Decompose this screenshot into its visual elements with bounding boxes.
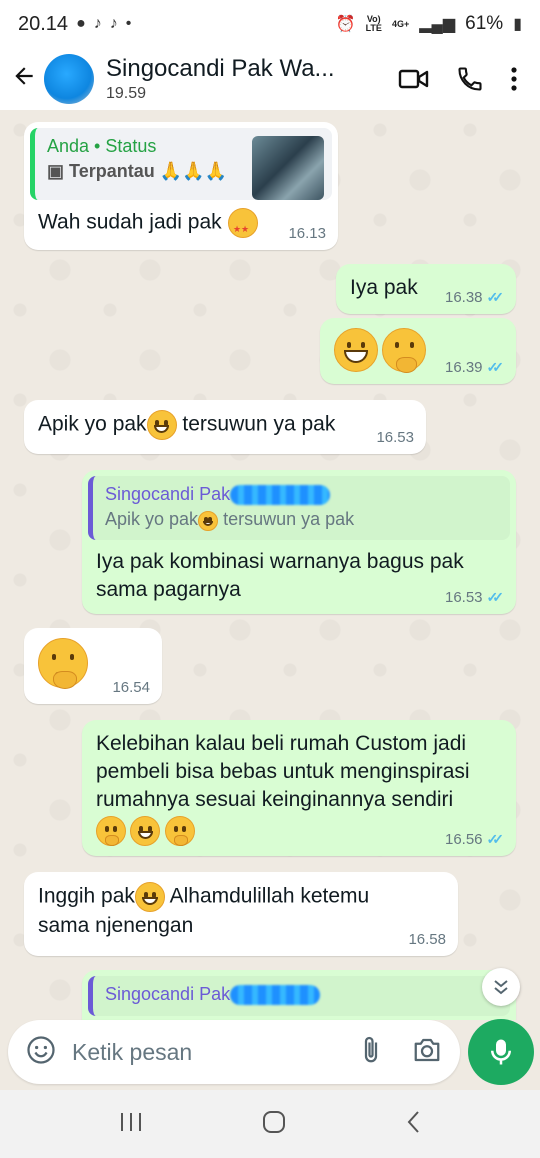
scroll-down-icon[interactable]: [482, 968, 520, 1006]
battery-level: 61%: [465, 13, 504, 34]
grinning-emoji: [130, 816, 161, 846]
grinning-emoji: [134, 882, 165, 912]
message-text: Wah sudah jadi pak: [38, 210, 222, 234]
notification-icon: ●: [76, 15, 86, 32]
mic-icon[interactable]: [468, 1019, 534, 1085]
redacted-name: [230, 985, 321, 1006]
status-bar: 20.14 ● ♪ ♪ • ⏰ Vo) LTE 4G+ ▂▄▆ 61% ▮: [0, 0, 540, 48]
redacted-name: [230, 485, 331, 506]
volte-icon: Vo) LTE: [365, 14, 382, 33]
status-thumbnail: [252, 136, 324, 200]
quote-author: Singocandi Pak: [105, 484, 231, 504]
message-bubble[interactable]: 16.39 ✓✓: [320, 318, 516, 384]
message-text: Kelebihan kalau beli rumah Custom jadi p…: [96, 732, 470, 811]
message-bubble[interactable]: Singocandi Pak: [82, 970, 516, 1020]
last-seen: 19.59: [106, 85, 147, 102]
quote-text: Terpantau: [69, 161, 155, 181]
quoted-message[interactable]: Singocandi Pak: [88, 976, 510, 1016]
message-text: Apik yo pak: [38, 412, 147, 436]
battery-icon: ▮: [513, 16, 522, 33]
message-bubble[interactable]: Anda • Status ▣ Terpantau 🙏🙏🙏 Wah sudah …: [24, 122, 338, 250]
read-ticks-icon: ✓✓: [486, 359, 505, 375]
message-time: 16.38: [444, 289, 483, 306]
read-ticks-icon: ✓✓: [486, 831, 505, 847]
quoted-message[interactable]: Singocandi Pak Apik yo pak tersuwun ya p…: [88, 476, 510, 540]
contact-name: Singocandi Pak Wa...: [106, 55, 335, 82]
message-bubble[interactable]: Iya pak 16.38 ✓✓: [336, 264, 516, 314]
hand-over-mouth-emoji: [96, 816, 126, 847]
quoted-status[interactable]: Anda • Status ▣ Terpantau 🙏🙏🙏: [30, 128, 332, 200]
message-time: 16.13: [288, 225, 326, 242]
message-time: 16.56: [444, 831, 483, 848]
status-time: 20.14: [18, 12, 69, 35]
grinning-emoji: [198, 510, 219, 531]
message-text: Iya pak kombinasi warnanya bagus pak sam…: [96, 550, 464, 601]
back-arrow-icon[interactable]: [4, 63, 44, 96]
chat-header: Singocandi Pak Wa... 19.59: [0, 48, 540, 110]
quote-author: Singocandi Pak: [105, 984, 231, 1004]
message-bubble[interactable]: Inggih pak Alhamdulillah ketemu sama nje…: [24, 872, 458, 956]
video-call-icon[interactable]: [398, 67, 430, 91]
hand-over-mouth-emoji: [164, 816, 195, 847]
emoji-icon[interactable]: [26, 1035, 56, 1070]
message-time: 16.53: [444, 589, 483, 606]
message-composer: [8, 1020, 460, 1084]
read-ticks-icon: ✓✓: [486, 589, 505, 605]
recent-apps-icon[interactable]: [118, 1111, 144, 1138]
message-text: Inggih pak: [38, 884, 135, 908]
image-icon: ▣: [47, 161, 65, 181]
message-text-cont: tersuwun ya pak: [176, 412, 336, 436]
contact-info[interactable]: Singocandi Pak Wa... 19.59: [106, 55, 346, 103]
system-nav-bar: [0, 1090, 540, 1158]
star-struck-emoji: ★★: [227, 208, 258, 238]
network-label: 4G+: [391, 18, 410, 29]
tiktok-icon: ♪: [93, 15, 102, 32]
message-bubble[interactable]: Apik yo pak tersuwun ya pak 16.53: [24, 400, 426, 454]
more-options-icon[interactable]: [510, 66, 518, 92]
quote-text-cont: tersuwun ya pak: [218, 509, 355, 530]
message-time: 16.58: [408, 931, 446, 948]
praying-hands-emoji: 🙏🙏🙏: [159, 161, 227, 181]
message-time: 16.39: [444, 359, 483, 376]
attach-icon[interactable]: [360, 1035, 382, 1070]
tiktok-icon-2: ♪: [109, 15, 118, 32]
message-bubble[interactable]: Singocandi Pak Apik yo pak tersuwun ya p…: [82, 470, 516, 614]
grinning-emoji: [334, 328, 378, 372]
avatar[interactable]: [44, 54, 94, 104]
alarm-icon: ⏰: [335, 16, 356, 33]
camera-icon[interactable]: [412, 1036, 442, 1069]
message-bubble[interactable]: 16.54: [24, 628, 162, 704]
read-ticks-icon: ✓✓: [486, 289, 505, 305]
chat-area[interactable]: Anda • Status ▣ Terpantau 🙏🙏🙏 Wah sudah …: [0, 110, 540, 1020]
back-nav-icon[interactable]: [404, 1109, 422, 1140]
quote-text: Apik yo pak: [105, 509, 199, 530]
message-time: 16.54: [112, 679, 150, 696]
message-bubble[interactable]: Kelebihan kalau beli rumah Custom jadi p…: [82, 720, 516, 856]
message-input[interactable]: [72, 1038, 322, 1066]
message-time: 16.53: [376, 429, 414, 446]
home-icon[interactable]: [261, 1109, 287, 1140]
hand-over-mouth-emoji: [38, 638, 88, 689]
phone-call-icon[interactable]: [456, 65, 484, 93]
hand-over-mouth-emoji: [382, 328, 427, 373]
signal-icon: ▂▄▆: [419, 16, 456, 33]
grinning-emoji: [146, 410, 177, 440]
dot-icon: •: [125, 15, 132, 32]
